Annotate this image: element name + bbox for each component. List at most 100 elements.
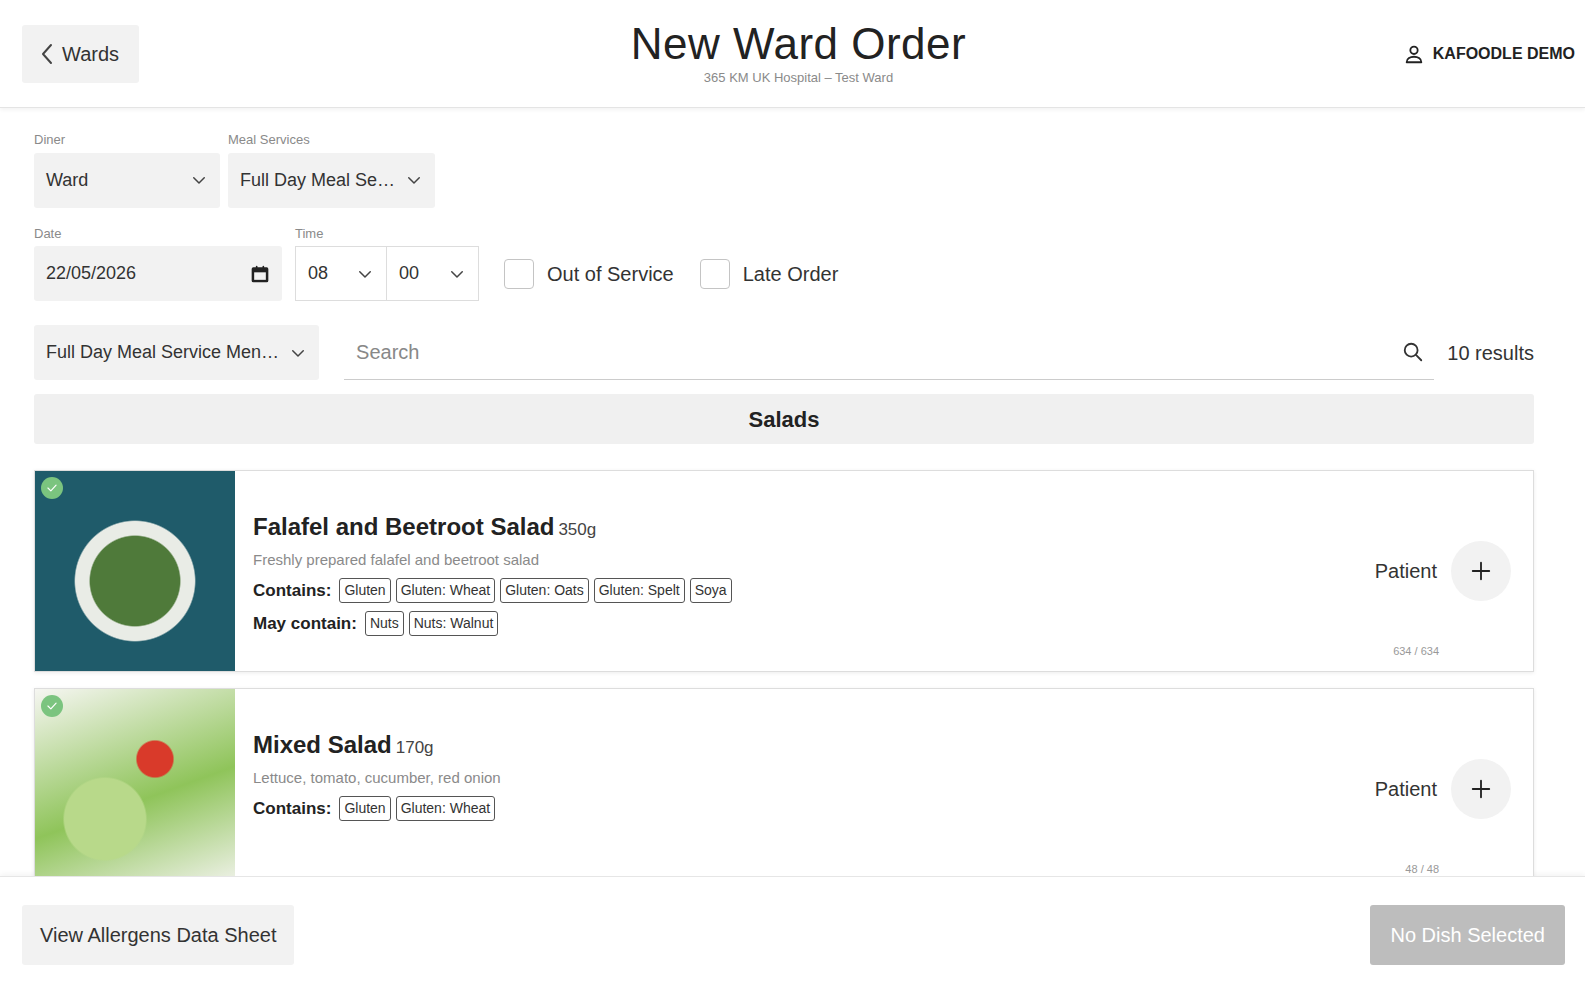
add-control: Patient (1375, 759, 1511, 819)
diner-field: Diner Ward (34, 130, 220, 208)
date-value: 22/05/2026 (46, 260, 136, 287)
plus-icon (1470, 778, 1492, 800)
allergen-tag: Gluten: Wheat (396, 796, 496, 821)
chevron-down-icon (190, 171, 208, 189)
chevron-down-icon (448, 265, 466, 283)
checkbox-group: Out of Service Late Order (504, 246, 838, 301)
diner-select[interactable]: Ward (34, 153, 220, 208)
page-title: New Ward Order (631, 20, 966, 68)
user-menu[interactable]: KAFOODLE DEMO (1403, 42, 1575, 66)
dish-weight: 170g (396, 738, 434, 757)
stock-count: 48 / 48 (1405, 861, 1439, 877)
allergens-button[interactable]: View Allergens Data Sheet (22, 905, 294, 965)
select-value: Full Day Meal Service Men… (46, 339, 279, 366)
search-input[interactable] (354, 336, 1392, 368)
time-selects: 08 00 (295, 246, 479, 301)
dish-image (35, 471, 235, 671)
submit-button: No Dish Selected (1370, 905, 1565, 965)
chevron-left-icon (40, 43, 54, 65)
user-name: KAFOODLE DEMO (1433, 42, 1575, 66)
dish-weight: 350g (558, 520, 596, 539)
allergen-row: Contains: GlutenGluten: WheatGluten: Oats… (253, 578, 1295, 604)
menu-select[interactable]: Full Day Meal Service Men… (34, 325, 319, 380)
order-content: DinerWardMeal ServicesFull Day Meal Se…D… (0, 108, 1585, 876)
allergen-label: May contain: (253, 611, 357, 637)
page-footer: View Allergens Data Sheet No Dish Selecte… (0, 876, 1585, 992)
dish-actions: Patient 634 / 634 (1313, 471, 1533, 671)
page-subtitle: 365 KM UK Hospital – Test Ward (631, 68, 966, 88)
section-header: Salads (34, 394, 1534, 444)
minute-select[interactable]: 00 (387, 246, 479, 301)
search-row: Full Day Meal Service Men… 10 results (34, 325, 1534, 380)
time-field: Time 08 00 (295, 224, 479, 302)
title-block: New Ward Order365 KM UK Hospital – Test … (631, 20, 966, 88)
available-badge (41, 477, 63, 499)
checkbox-option[interactable]: Late Order (700, 259, 839, 289)
back-button[interactable]: Wards (22, 25, 139, 83)
search-icon (1402, 341, 1424, 363)
add-control: Patient (1375, 541, 1511, 601)
diner-row: Diner Ward Meal Services Full Day Meal Se… (34, 130, 1534, 208)
check-icon (45, 481, 59, 495)
meal-services-select[interactable]: Full Day Meal Se… (228, 153, 435, 208)
allergen-tag: Gluten (339, 578, 390, 603)
field-label: Time (295, 224, 479, 244)
checkbox[interactable] (504, 259, 534, 289)
allergen-tag: Soya (690, 578, 732, 603)
dish-name: Mixed Salad (253, 731, 392, 758)
check-icon (45, 699, 59, 713)
dish-card: Mixed Salad170g Lettuce, tomato, cucumber… (34, 688, 1534, 876)
meal-services-field: Meal Services Full Day Meal Se… (228, 130, 435, 208)
stock-count: 634 / 634 (1393, 643, 1439, 660)
checkbox-option[interactable]: Out of Service (504, 259, 674, 289)
allergen-row: Contains: GlutenGluten: Wheat (253, 796, 1295, 822)
select-value: Full Day Meal Se… (240, 167, 395, 194)
search-field (344, 325, 1434, 380)
diner-label: Patient (1375, 556, 1437, 586)
allergen-label: Contains: (253, 578, 331, 604)
add-button[interactable] (1451, 759, 1511, 819)
page-header: Wards New Ward Order365 KM UK Hospital – … (0, 0, 1585, 108)
allergen-label: Contains: (253, 796, 331, 822)
allergen-tag: Gluten: Wheat (396, 578, 496, 603)
hour-select[interactable]: 08 (295, 246, 387, 301)
select-value: Ward (46, 167, 88, 194)
chevron-down-icon (405, 171, 423, 189)
dish-description: Freshly prepared falafel and beetroot sa… (253, 549, 1295, 572)
add-button[interactable] (1451, 541, 1511, 601)
date-field: Date 22/05/2026 (34, 224, 282, 302)
plus-icon (1470, 560, 1492, 582)
results-count: 10 results (1447, 338, 1534, 368)
back-label: Wards (62, 39, 119, 69)
allergen-tag: Nuts (365, 611, 404, 636)
chevron-down-icon (356, 265, 374, 283)
dish-title: Mixed Salad170g (253, 727, 1295, 763)
calendar-icon (250, 264, 270, 284)
dish-title: Falafel and Beetroot Salad350g (253, 509, 1295, 545)
minute-value: 00 (399, 260, 419, 287)
allergen-row: May contain: NutsNuts: Walnut (253, 611, 1295, 637)
dish-details: Falafel and Beetroot Salad350g Freshly pr… (235, 471, 1313, 671)
chevron-down-icon (289, 344, 307, 362)
checkbox[interactable] (700, 259, 730, 289)
allergen-tag: Gluten: Spelt (594, 578, 685, 603)
allergen-tag: Gluten (339, 796, 390, 821)
order-form: DinerWardMeal ServicesFull Day Meal Se…D… (34, 130, 1534, 876)
dish-image (35, 689, 235, 876)
checkbox-label: Late Order (743, 259, 839, 289)
dish-description: Lettuce, tomato, cucumber, red onion (253, 767, 1295, 790)
dish-card: Falafel and Beetroot Salad350g Freshly pr… (34, 470, 1534, 672)
user-icon (1403, 43, 1425, 65)
diner-label: Patient (1375, 774, 1437, 804)
date-input[interactable]: 22/05/2026 (34, 246, 282, 301)
field-label: Date (34, 224, 282, 244)
field-label: Diner (34, 130, 220, 150)
allergen-tag: Nuts: Walnut (409, 611, 499, 636)
available-badge (41, 695, 63, 717)
dish-actions: Patient 48 / 48 (1313, 689, 1533, 876)
field-label: Meal Services (228, 130, 435, 150)
hour-value: 08 (308, 260, 328, 287)
dish-details: Mixed Salad170g Lettuce, tomato, cucumber… (235, 689, 1313, 876)
allergen-tag: Gluten: Oats (500, 578, 589, 603)
date-row: Date 22/05/2026 Time 08 00 Out of Service Late… (34, 224, 1534, 302)
